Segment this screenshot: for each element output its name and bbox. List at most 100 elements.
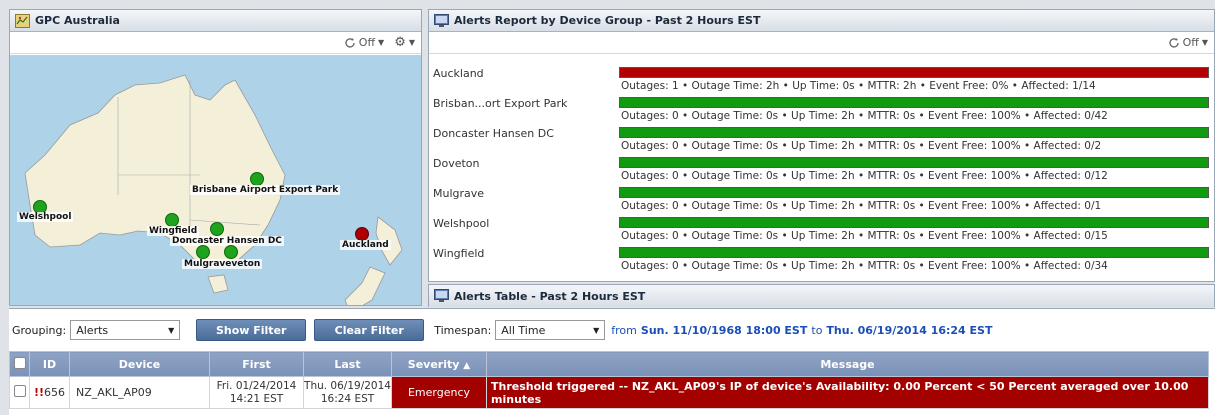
monitor-icon	[434, 289, 449, 303]
report-row-stats: Outages: 1 • Outage Time: 2h • Up Time: …	[621, 80, 1096, 92]
chevron-down-icon: ▼	[168, 325, 175, 335]
map-label-welshpool: Welshpool	[17, 212, 74, 222]
report-row-name: Welshpool	[433, 217, 490, 230]
report-row[interactable]: Auckland Outages: 1 • Outage Time: 2h • …	[429, 63, 1209, 93]
row-checkbox[interactable]	[13, 385, 26, 397]
severity-header-label: Severity	[407, 357, 460, 371]
report-row-bar	[619, 157, 1209, 168]
row-first: Fri. 01/24/2014 14:21 EST	[209, 376, 304, 409]
report-row-name: Wingfield	[433, 247, 485, 260]
row-id-cell: !!656	[29, 376, 70, 409]
map-refresh-toggle[interactable]: Off ▼	[344, 36, 384, 49]
chevron-down-icon: ▼	[1201, 38, 1208, 47]
report-toolbar: Off ▼	[429, 32, 1214, 54]
dashboard: GPC Australia Off ▼ ⚙ ▼ Welshpool Brisba…	[0, 0, 1215, 415]
map-marker-wingfield[interactable]	[165, 213, 179, 227]
row-device[interactable]: NZ_AKL_AP09	[69, 376, 210, 409]
report-row-bar	[619, 217, 1209, 228]
timespan-label: Timespan:	[434, 323, 492, 337]
column-header-last[interactable]: Last	[303, 351, 392, 377]
chevron-down-icon: ▼	[378, 38, 385, 47]
column-header-severity[interactable]: Severity ▲	[391, 351, 487, 377]
select-all-checkbox[interactable]	[13, 356, 26, 369]
timespan-select[interactable]: All Time ▼	[495, 320, 606, 340]
report-row[interactable]: Doncaster Hansen DC Outages: 0 • Outage …	[429, 123, 1209, 153]
alerts-report-panel: Alerts Report by Device Group - Past 2 H…	[428, 9, 1215, 282]
report-refresh-toggle[interactable]: Off ▼	[1168, 36, 1208, 49]
report-row-bar	[619, 187, 1209, 198]
report-row-stats: Outages: 0 • Outage Time: 0s • Up Time: …	[621, 200, 1102, 212]
report-row[interactable]: Doveton Outages: 0 • Outage Time: 0s • U…	[429, 153, 1209, 183]
row-select-cell[interactable]	[9, 376, 30, 409]
column-header-device[interactable]: Device	[69, 351, 210, 377]
table-row[interactable]: !!656 NZ_AKL_AP09 Fri. 01/24/2014 14:21 …	[9, 376, 1209, 409]
map-panel-header: GPC Australia	[10, 10, 421, 32]
sort-ascending-icon: ▲	[463, 360, 471, 371]
column-header-first[interactable]: First	[209, 351, 304, 377]
row-last: Thu. 06/19/2014 16:24 EST	[303, 376, 392, 409]
map-settings-menu[interactable]: ⚙ ▼	[394, 35, 415, 50]
report-row-stats: Outages: 0 • Outage Time: 0s • Up Time: …	[621, 110, 1108, 122]
row-message: Threshold triggered -- NZ_AKL_AP09's IP …	[486, 376, 1209, 409]
refresh-icon	[1169, 37, 1179, 48]
from-label: from	[611, 323, 637, 337]
report-row-bar	[619, 127, 1209, 138]
to-label: to	[811, 323, 823, 337]
map-marker-doveton[interactable]	[224, 245, 238, 259]
report-rows: Auckland Outages: 1 • Outage Time: 2h • …	[429, 63, 1214, 278]
map-icon	[15, 13, 30, 28]
grouping-select[interactable]: Alerts ▼	[70, 320, 181, 340]
report-row-name: Doveton	[433, 157, 480, 170]
map-toolbar: Off ▼ ⚙ ▼	[10, 32, 421, 54]
select-all-header[interactable]	[9, 351, 30, 377]
chevron-down-icon: ▼	[408, 38, 415, 47]
report-refresh-label: Off	[1182, 36, 1199, 49]
show-filter-button[interactable]: Show Filter	[196, 319, 307, 341]
report-row-bar	[619, 67, 1209, 78]
map-marker-mulgrave[interactable]	[196, 245, 210, 259]
alerts-table-panel: Alerts Table - Past 2 Hours EST	[428, 284, 1215, 307]
map-marker-auckland[interactable]	[355, 227, 369, 241]
chevron-down-icon: ▼	[593, 325, 600, 335]
to-date[interactable]: Thu. 06/19/2014 16:24 EST	[826, 324, 992, 337]
report-row-name: Doncaster Hansen DC	[433, 127, 554, 140]
alerts-table-title: Alerts Table - Past 2 Hours EST	[454, 289, 646, 303]
map-marker-brisbane[interactable]	[250, 172, 264, 186]
clear-filter-button[interactable]: Clear Filter	[314, 319, 425, 341]
column-header-id[interactable]: ID	[29, 351, 70, 377]
map-label-brisbane: Brisbane Airport Export Park	[190, 185, 341, 195]
row-last-date: Thu. 06/19/2014	[304, 379, 391, 392]
monitor-icon	[434, 13, 449, 28]
grouping-select-value: Alerts	[76, 323, 109, 337]
report-row[interactable]: Mulgrave Outages: 0 • Outage Time: 0s • …	[429, 183, 1209, 213]
report-row-stats: Outages: 0 • Outage Time: 0s • Up Time: …	[621, 260, 1108, 272]
alert-exclamation-icon: !!	[33, 386, 45, 399]
row-severity: Emergency	[391, 376, 487, 409]
map-marker-doncaster[interactable]	[210, 222, 224, 236]
report-row[interactable]: Wingfield Outages: 0 • Outage Time: 0s •…	[429, 243, 1209, 273]
report-panel-header: Alerts Report by Device Group - Past 2 H…	[429, 10, 1214, 32]
timespan-select-value: All Time	[501, 323, 546, 337]
report-panel-title: Alerts Report by Device Group - Past 2 H…	[454, 14, 761, 27]
map-label-mulgrave-doveton: Mulgraveveton	[182, 259, 263, 269]
row-last-time: 16:24 EST	[320, 392, 375, 405]
map-label-wingfield: Wingfield	[147, 226, 200, 236]
report-row-stats: Outages: 0 • Outage Time: 0s • Up Time: …	[621, 140, 1102, 152]
gear-icon: ⚙	[394, 35, 406, 50]
grouping-label: Grouping:	[12, 323, 67, 337]
row-first-time: 14:21 EST	[229, 392, 284, 405]
alerts-table-header: Alerts Table - Past 2 Hours EST	[429, 285, 1214, 307]
map-panel-title: GPC Australia	[35, 14, 120, 27]
report-row-name: Mulgrave	[433, 187, 485, 200]
from-date[interactable]: Sun. 11/10/1968 18:00 EST	[641, 324, 807, 337]
row-id: 656	[44, 386, 66, 399]
filter-bar: Grouping: Alerts ▼ Show Filter Clear Fil…	[8, 318, 1208, 342]
report-row-stats: Outages: 0 • Outage Time: 0s • Up Time: …	[621, 170, 1108, 182]
report-row[interactable]: Welshpool Outages: 0 • Outage Time: 0s •…	[429, 213, 1209, 243]
report-row-name: Auckland	[433, 67, 484, 80]
column-header-message[interactable]: Message	[486, 351, 1209, 377]
alerts-table: ID Device First Last Severity ▲ Message …	[9, 351, 1209, 409]
row-first-date: Fri. 01/24/2014	[216, 379, 297, 392]
report-row[interactable]: Brisban...ort Export Park Outages: 0 • O…	[429, 93, 1209, 123]
alerts-table-header-row: ID Device First Last Severity ▲ Message	[9, 351, 1209, 377]
